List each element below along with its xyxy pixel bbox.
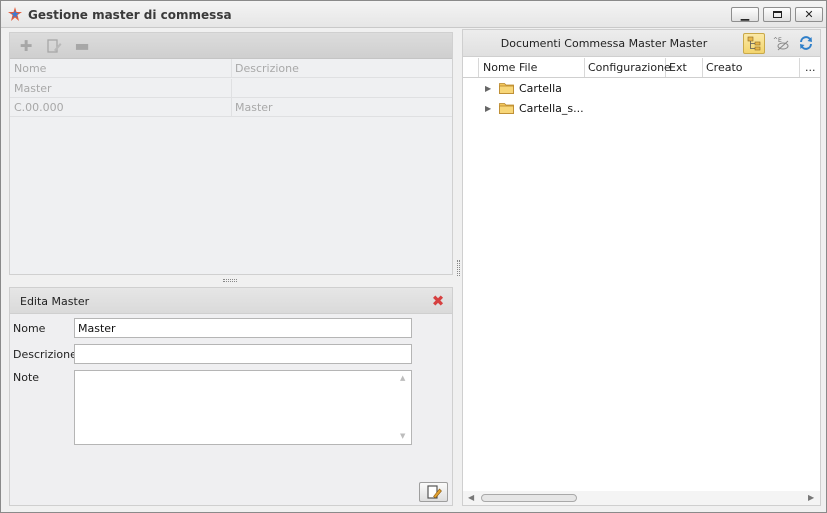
- column-header-more[interactable]: ...: [800, 58, 820, 77]
- note-textarea[interactable]: ▲ ▼: [74, 370, 412, 445]
- window-title: Gestione master di commessa: [28, 8, 232, 22]
- edit-master-title: Edita Master: [20, 295, 90, 308]
- nome-label: Nome: [13, 322, 46, 335]
- documents-title: Documenti Commessa Master Master: [500, 37, 708, 50]
- column-header-ext[interactable]: Ext: [666, 58, 703, 77]
- descrizione-label: Descrizione: [13, 348, 77, 361]
- title-bar: Gestione master di commessa ▁ ✕: [1, 1, 826, 28]
- close-window-button[interactable]: ✕: [795, 7, 823, 22]
- tree-node[interactable]: ▶ Cartella: [463, 79, 820, 99]
- scroll-right-icon[interactable]: ▶: [808, 493, 814, 502]
- hide-extension-icon: ^E: [773, 37, 789, 51]
- horizontal-splitter-handle[interactable]: [223, 279, 237, 282]
- scrollbar-thumb[interactable]: [481, 494, 577, 502]
- expand-icon[interactable]: ▶: [485, 104, 491, 113]
- main-window: Gestione master di commessa ▁ ✕ ✚ ▬ Nome…: [0, 0, 827, 513]
- folder-icon: [499, 83, 514, 94]
- app-logo-icon: [8, 7, 22, 21]
- column-header-creato[interactable]: Creato: [703, 58, 800, 77]
- note-scrollbar[interactable]: ▲ ▼: [397, 371, 411, 444]
- edit-save-icon: [427, 485, 442, 499]
- remove-icon[interactable]: ▬: [74, 38, 90, 54]
- refresh-button[interactable]: [795, 33, 817, 54]
- documents-header: Documenti Commessa Master Master ^E: [463, 30, 820, 57]
- close-edit-icon[interactable]: ✖: [430, 293, 446, 309]
- master-list-panel: ✚ ▬ Nome Descrizione Master C.00.000 Mas…: [9, 32, 453, 275]
- maximize-button[interactable]: [763, 7, 791, 22]
- close-icon: ✕: [804, 8, 814, 21]
- scroll-left-icon[interactable]: ◀: [468, 493, 474, 502]
- nome-field[interactable]: [74, 318, 412, 338]
- cell-nome: Master: [14, 82, 52, 95]
- table-row[interactable]: Master: [10, 79, 452, 98]
- master-list-toolbar: ✚ ▬: [10, 33, 452, 59]
- scroll-down-icon[interactable]: ▼: [400, 432, 405, 440]
- documents-panel: Documenti Commessa Master Master ^E Nome…: [462, 29, 821, 506]
- maximize-icon: [772, 11, 782, 18]
- minimize-icon: ▁: [740, 8, 750, 21]
- folder-icon: [499, 103, 514, 114]
- tree-node-label: Cartella: [519, 82, 562, 95]
- descrizione-field[interactable]: [74, 344, 412, 364]
- add-icon[interactable]: ✚: [18, 38, 34, 54]
- minimize-button[interactable]: ▁: [731, 7, 759, 22]
- expand-icon[interactable]: ▶: [485, 84, 491, 93]
- refresh-icon: [800, 36, 812, 50]
- cell-descrizione: Master: [235, 101, 273, 114]
- vertical-splitter-handle[interactable]: [457, 260, 460, 276]
- column-header-indicator: [463, 58, 479, 77]
- hide-files-button[interactable]: ^E: [770, 33, 792, 54]
- cell-nome: C.00.000: [14, 101, 64, 114]
- documents-horizontal-scrollbar[interactable]: ◀ ▶: [463, 491, 820, 505]
- table-row[interactable]: C.00.000 Master: [10, 98, 452, 117]
- edit-master-panel: Edita Master ✖ Nome Descrizione Note ▲ ▼: [9, 287, 453, 506]
- tree-view-icon: [747, 36, 761, 51]
- table-header: Nome Descrizione: [10, 59, 452, 78]
- column-header-nome-file[interactable]: Nome File: [479, 58, 585, 77]
- tree-view-button[interactable]: [743, 33, 765, 54]
- edit-icon[interactable]: [46, 38, 62, 54]
- edit-master-header: Edita Master ✖: [10, 288, 452, 314]
- column-header-descrizione[interactable]: Descrizione: [235, 62, 299, 75]
- save-edit-button[interactable]: [419, 482, 448, 502]
- column-header-configurazione[interactable]: Configurazione: [585, 58, 671, 77]
- tree-node[interactable]: ▶ Cartella_s...: [463, 99, 820, 119]
- scroll-up-icon[interactable]: ▲: [400, 374, 405, 382]
- tree-node-label: Cartella_s...: [519, 102, 584, 115]
- note-label: Note: [13, 371, 40, 384]
- column-header-nome[interactable]: Nome: [14, 62, 46, 75]
- documents-column-headers: Nome File Configurazione Ext Creato ...: [463, 58, 820, 78]
